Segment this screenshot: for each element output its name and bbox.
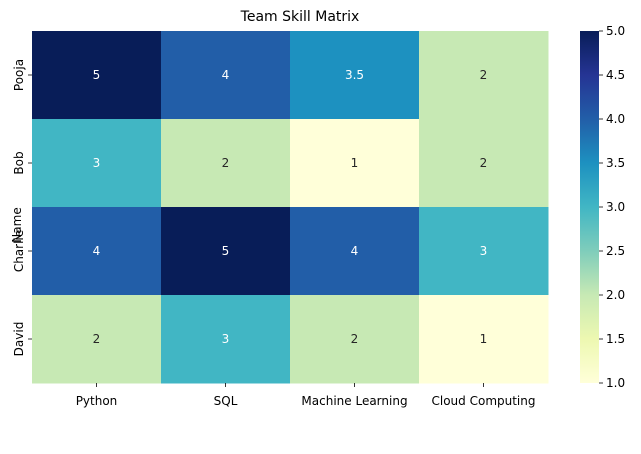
heatmap-chart: Team Skill Matrix Name 5 4 3.5 2 3 2 1 2 4 5 4 3 2 3 2… <box>0 0 641 449</box>
cell-value-label: 2 <box>351 332 359 346</box>
cell-value-label: 3 <box>93 156 101 170</box>
colorbar-gradient <box>580 31 599 383</box>
colorbar-tick-label: 4.0 <box>606 112 625 126</box>
colorbar-tick-label: 3.5 <box>606 156 625 170</box>
cell-value-label: 4 <box>351 244 359 258</box>
cell-value-label: 3 <box>480 244 488 258</box>
cell-value-label: 5 <box>93 68 101 82</box>
colorbar-tick-label: 2.5 <box>606 244 625 258</box>
cell-value-label: 3 <box>222 332 230 346</box>
cell-value-label: 1 <box>351 156 359 170</box>
cell-value-label: 2 <box>222 156 230 170</box>
cell-value-label: 2 <box>93 332 101 346</box>
colorbar-tick-label: 3.0 <box>606 200 625 214</box>
colorbar <box>580 31 599 383</box>
cell-value-label: 1 <box>480 332 488 346</box>
colorbar-tick-label: 2.0 <box>606 288 625 302</box>
heatmap-svg: Team Skill Matrix Name 5 4 3.5 23 2 1 24 5 4 32 3 2… <box>10 9 625 408</box>
x-tick-label: Cloud Computing <box>432 394 536 408</box>
x-tick-label: Python <box>76 394 118 408</box>
cell-value-label: 5 <box>222 244 230 258</box>
chart-title: Team Skill Matrix <box>240 9 360 25</box>
colorbar-tick-label: 1.5 <box>606 332 625 346</box>
y-tick-label: Bob <box>12 151 26 174</box>
x-tick-label: SQL <box>214 394 238 408</box>
cell-value-label: 4 <box>93 244 101 258</box>
x-axis-ticks: Python SQL Machine Learning Cloud Computing <box>76 383 536 408</box>
heatmap-cells <box>32 31 549 384</box>
cell-value-label: 2 <box>480 68 488 82</box>
colorbar-tick-label: 4.5 <box>606 68 625 82</box>
colorbar-tick-label: 1.0 <box>606 376 625 390</box>
y-tick-label: David <box>12 322 26 357</box>
x-tick-label: Machine Learning <box>301 394 407 408</box>
y-tick-label: Charlie <box>12 230 26 272</box>
cell-value-label: 3.5 <box>345 68 364 82</box>
colorbar-tick-label: 5.0 <box>606 24 625 38</box>
cell-value-label: 4 <box>222 68 230 82</box>
y-tick-label: Pooja <box>12 59 26 91</box>
colorbar-ticks: 1.0 1.5 2.0 2.5 3.0 3.5 4.0 4.5 5.0 <box>599 24 625 390</box>
cell-value-label: 2 <box>480 156 488 170</box>
